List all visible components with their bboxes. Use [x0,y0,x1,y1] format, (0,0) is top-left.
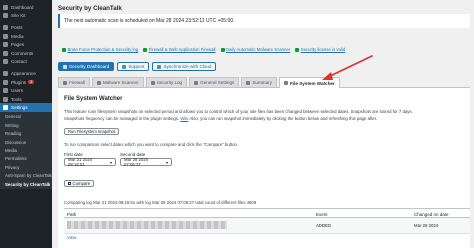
tab-file-system-watcher[interactable]: File System Watcher [279,77,340,88]
sidebar-item-settings[interactable]: Settings [0,103,52,112]
submenu-privacy[interactable]: Privacy [0,163,52,171]
submenu-general[interactable]: General [0,113,52,121]
synchronize-button[interactable]: Synchronize with Cloud [152,62,217,71]
fsw-frequency-note: Snapshots frequency can be managed in th… [64,116,378,121]
plugins-update-badge: 3 [28,80,35,85]
settings-submenu: General Writing Reading Discussion Media… [0,111,52,190]
view-link[interactable]: View [67,235,76,240]
chevron-down-icon: ▾ [165,159,168,165]
compare-instructions: To run comparison select dates which you… [64,142,239,147]
page-title: Security by CleanTalk [58,5,122,12]
submenu-reading[interactable]: Reading [0,129,52,137]
settings-icon [3,104,8,110]
sidebar-item-comments[interactable]: Comments [0,49,52,57]
feature-link-firewall[interactable]: Firewall & Web Application Firewall [143,47,216,52]
fsw-description: This feature runs filesystem snapshots o… [64,109,413,114]
check-icon [143,47,148,52]
support-icon [122,64,127,69]
comparison-summary: Comparing log Mar 21 2024 08:15:51 with … [64,200,257,205]
sidebar-item-media[interactable]: Media [0,32,52,40]
sidebar-item-dashboard[interactable]: Dashboard [0,3,52,11]
feature-links: Brute Force Protection & Security log Fi… [62,47,345,52]
sidebar-item-contact[interactable]: Contact [0,57,52,65]
table-row: ADDED Mar 28 2024 View [64,218,470,240]
tab-firewall[interactable]: Firewall [58,77,90,87]
submenu-writing[interactable]: Writing [0,121,52,129]
tools-icon [3,96,8,102]
row-changed-date: Mar 28 2024 [414,223,439,228]
dashboard-icon [63,64,67,69]
tab-general-settings[interactable]: General Settings [189,77,240,87]
submenu-permalinks[interactable]: Permalinks [0,155,52,163]
sidebar-item-appearance[interactable]: Appearance [0,70,52,78]
col-changed: Changed on date [414,212,449,217]
submenu-media[interactable]: Media [0,146,52,154]
scanner-icon [96,80,101,85]
info-icon [284,81,288,85]
second-date-select[interactable]: Mar 28 2024 07:06:27 ▾ [120,157,172,167]
fsw-title: File System Watcher [64,96,123,102]
tab-summary[interactable]: Summary [241,77,277,87]
log-icon [150,80,155,85]
chevron-down-icon: ▾ [109,159,112,165]
path-redacted [67,221,227,229]
sidebar-item-users[interactable]: Users [0,87,52,95]
security-dashboard-button[interactable]: Security Dashboard [58,62,115,71]
pages-icon [3,42,8,48]
main-content: Security by CleanTalk The next automatic… [52,0,474,248]
settings-tabs: Firewall Malware Scanner Security Log Ge… [58,77,470,88]
check-icon [62,47,66,52]
row-event: ADDED [316,223,332,228]
dashboard-icon [3,4,8,10]
sidebar-item-site-kit[interactable]: Site Kit [0,11,52,19]
submenu-anti-spam[interactable]: Anti-Spam by CleanTalk [0,171,52,179]
tab-security-log[interactable]: Security Log [145,77,188,87]
sidebar-item-pages[interactable]: Pages [0,41,52,49]
admin-sidebar: Dashboard Site Kit Posts Media Pages Com… [0,0,52,248]
submenu-discussion[interactable]: Discussion [0,138,52,146]
submenu-security[interactable]: Security by CleanTalk [0,180,52,188]
compare-icon [68,182,71,185]
comments-icon [3,50,8,56]
plugins-icon [3,79,8,85]
sidebar-item-plugins[interactable]: Plugins 3 [0,78,52,86]
sidebar-item-tools[interactable]: Tools [0,95,52,103]
support-button[interactable]: Support [117,62,150,71]
scan-notice: The next automatic scan is scheduled on … [58,14,470,28]
col-event: Event [316,212,328,217]
col-path: Path [67,212,77,217]
users-icon [3,88,8,94]
sidebar-item-posts[interactable]: Posts [0,24,52,32]
tab-malware-scanner[interactable]: Malware Scanner [91,77,144,87]
first-date-select[interactable]: Mar 21 2024 08:15:51 ▾ [64,157,116,167]
contact-icon [3,59,8,65]
run-snapshot-button[interactable]: Run Filesystem snapshot [64,128,120,135]
sync-icon [157,64,162,69]
fsw-panel: File System Watcher This feature runs fi… [58,88,470,248]
appearance-icon [3,71,8,77]
gear-icon [194,80,199,85]
feature-link-license[interactable]: Security license is valid [295,47,345,52]
feature-link-malware[interactable]: Daily Automatic Malware Scanner [220,47,290,52]
site-kit-icon [3,13,8,19]
wiki-link[interactable]: Wiki [180,116,188,121]
top-buttons: Security Dashboard Support Synchronize w… [58,62,217,71]
firewall-icon [63,80,67,85]
posts-icon [3,25,8,31]
compare-button[interactable]: Compare [64,180,95,187]
feature-link-brute-force[interactable]: Brute Force Protection & Security log [62,47,138,52]
media-icon [3,33,8,39]
summary-icon [246,80,251,85]
table-header: Path Event Changed on date [64,208,470,218]
diff-table: Path Event Changed on date ADDED Mar 28 … [64,208,470,240]
check-icon [220,47,225,52]
check-icon [295,47,300,52]
